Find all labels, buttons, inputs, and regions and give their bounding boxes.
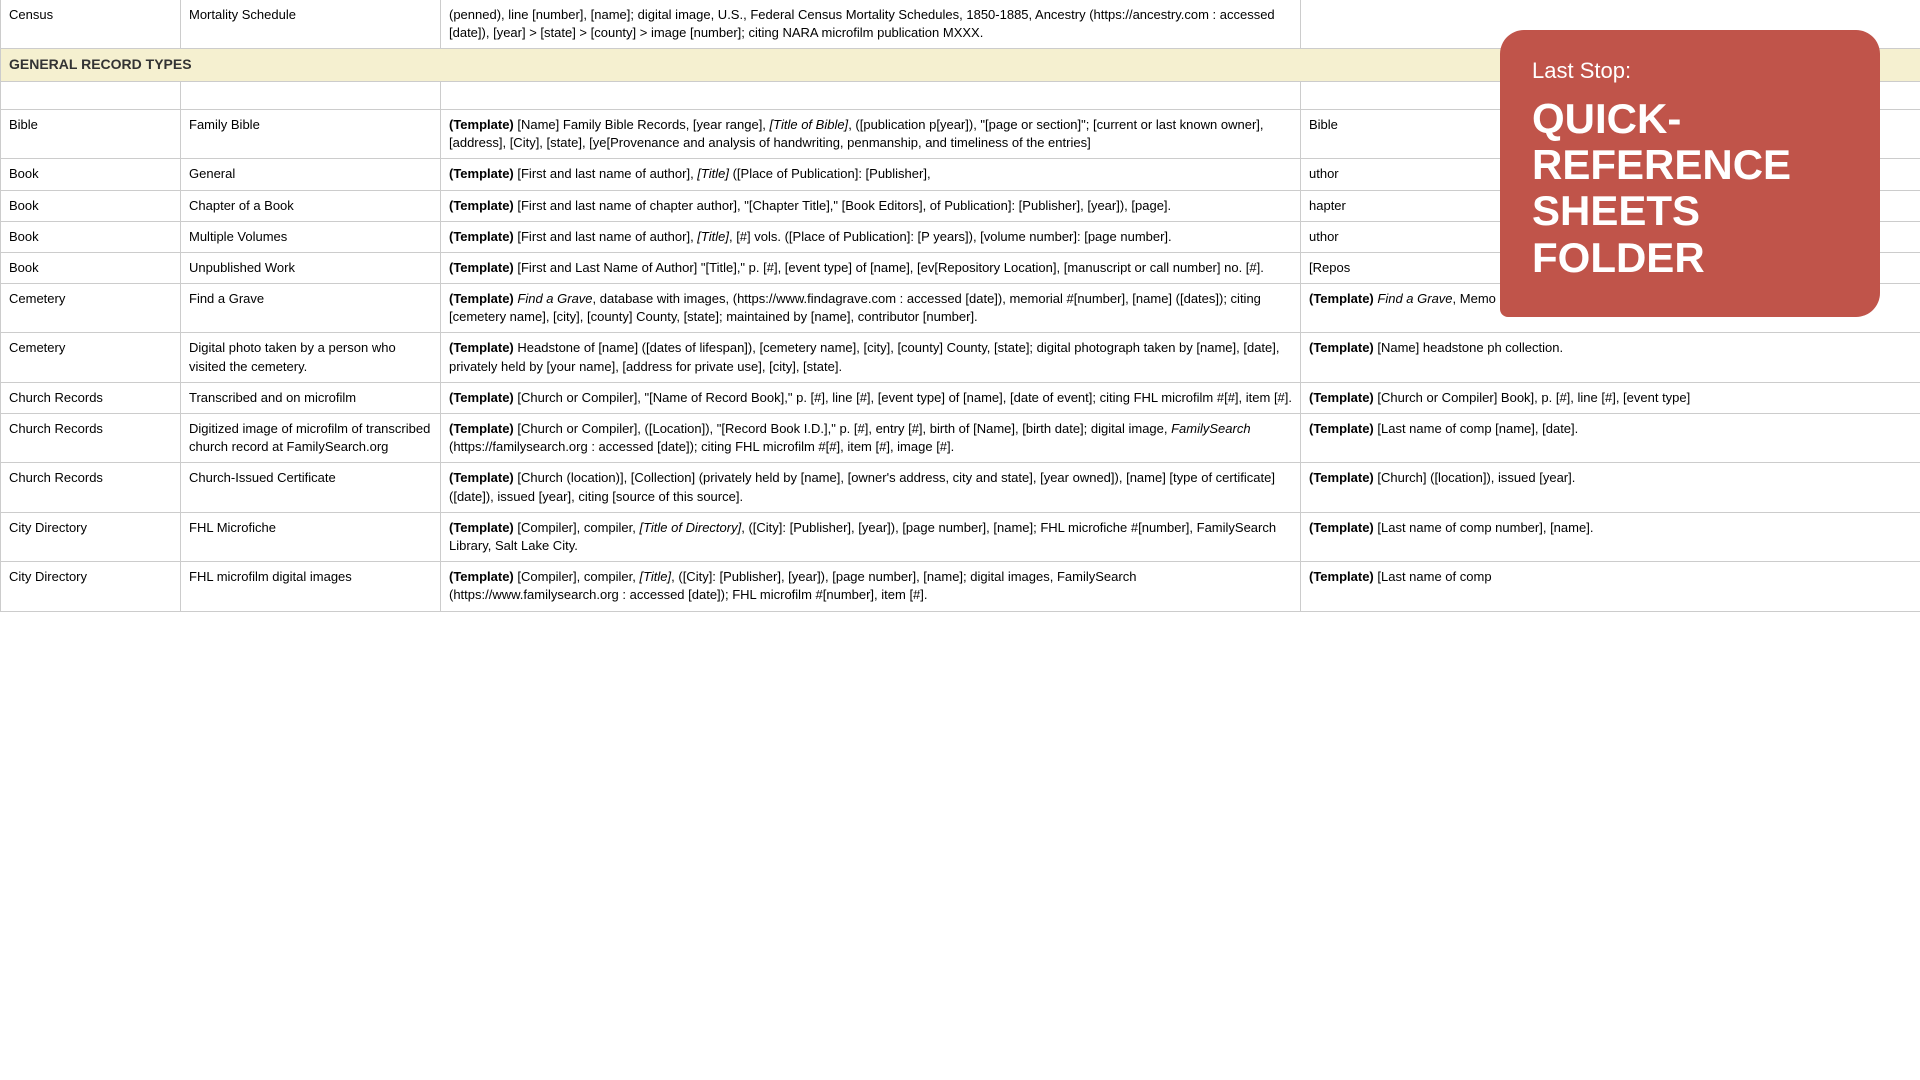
overlay-last-stop: Last Stop: — [1532, 58, 1848, 84]
template-label: (Template) — [449, 166, 514, 181]
template-label: (Template) — [1309, 470, 1374, 485]
cell-subtype: Find a Grave — [181, 284, 441, 333]
cell-short-citation: (Template) [Church or Compiler] Book], p… — [1301, 382, 1920, 413]
cell-full-citation: (penned), line [number], [name]; digital… — [441, 0, 1301, 49]
template-label: (Template) — [449, 520, 514, 535]
cell-full-citation: (Template) [Church (location)], [Collect… — [441, 463, 1301, 512]
cell-record-type: Book — [1, 159, 181, 190]
cell-subtype: Transcribed and on microfilm — [181, 382, 441, 413]
template-label: (Template) — [1309, 340, 1374, 355]
cell-full-citation: (Template) [Compiler], compiler, [Title]… — [441, 562, 1301, 611]
cell-subtype: FHL microfilm digital images — [181, 562, 441, 611]
cell-record-type: Church Records — [1, 382, 181, 413]
template-label: (Template) — [449, 390, 514, 405]
cell-full-citation: (Template) [Church or Compiler], "[Name … — [441, 382, 1301, 413]
cell-full-citation: (Template) Headstone of [name] ([dates o… — [441, 333, 1301, 382]
cell-record-type: Census — [1, 0, 181, 49]
cell-short-citation: (Template) [Name] headstone ph collectio… — [1301, 333, 1920, 382]
cell-subtype: Family Bible — [181, 109, 441, 158]
cell-subtype: Digital photo taken by a person who visi… — [181, 333, 441, 382]
cell-full-citation: (Template) [Church or Compiler], ([Locat… — [441, 414, 1301, 463]
table-row: Church Records Church-Issued Certificate… — [1, 463, 1920, 512]
cell-record-type: City Directory — [1, 512, 181, 561]
cell-full-citation: (Template) [First and last name of chapt… — [441, 190, 1301, 221]
cell-short-citation: (Template) [Last name of comp [name], [d… — [1301, 414, 1920, 463]
template-label: (Template) — [449, 340, 514, 355]
table-row: Church Records Transcribed and on microf… — [1, 382, 1920, 413]
template-label: (Template) — [1309, 569, 1374, 584]
template-label: (Template) — [1309, 421, 1374, 436]
template-label: (Template) — [449, 260, 514, 275]
cell-full-citation: (Template) [First and last name of autho… — [441, 159, 1301, 190]
cell-record-type: Book — [1, 221, 181, 252]
overlay-card: Last Stop: QUICK-REFERENCESHEETS FOLDER — [1500, 30, 1880, 317]
template-label: (Template) — [1309, 291, 1374, 306]
cell-subtype: General — [181, 159, 441, 190]
cell-record-type: Church Records — [1, 463, 181, 512]
cell-record-type: Book — [1, 190, 181, 221]
template-label: (Template) — [449, 470, 514, 485]
cell-full-citation: (Template) [Compiler], compiler, [Title … — [441, 512, 1301, 561]
cell-short-citation: (Template) [Last name of comp number], [… — [1301, 512, 1920, 561]
cell-short-citation: (Template) [Church] ([location]), issued… — [1301, 463, 1920, 512]
template-label: (Template) — [449, 421, 514, 436]
template-label: (Template) — [449, 291, 514, 306]
template-label: (Template) — [449, 117, 514, 132]
cell-record-type: Book — [1, 252, 181, 283]
template-label: (Template) — [1309, 520, 1374, 535]
cell-short-citation: (Template) [Last name of comp — [1301, 562, 1920, 611]
cell-subtype: Church-Issued Certificate — [181, 463, 441, 512]
table-row: Cemetery Digital photo taken by a person… — [1, 333, 1920, 382]
template-label: (Template) — [449, 198, 514, 213]
table-row: City Directory FHL microfilm digital ima… — [1, 562, 1920, 611]
cell-full-citation: (Template) [First and last name of autho… — [441, 221, 1301, 252]
cell-subtype: Unpublished Work — [181, 252, 441, 283]
cell-full-citation: (Template) [First and Last Name of Autho… — [441, 252, 1301, 283]
cell-subtype: Chapter of a Book — [181, 190, 441, 221]
table-row: City Directory FHL Microfiche (Template)… — [1, 512, 1920, 561]
cell-record-type: Cemetery — [1, 284, 181, 333]
cell-full-citation: (Template) Find a Grave, database with i… — [441, 284, 1301, 333]
cell-subtype: Multiple Volumes — [181, 221, 441, 252]
cell-subtype: FHL Microfiche — [181, 512, 441, 561]
cell-subtype: Digitized image of microfilm of transcri… — [181, 414, 441, 463]
cell-record-type: Cemetery — [1, 333, 181, 382]
overlay-main-title: QUICK-REFERENCESHEETS FOLDER — [1532, 96, 1848, 281]
cell-record-type: Church Records — [1, 414, 181, 463]
template-label: (Template) — [449, 569, 514, 584]
template-label: (Template) — [449, 229, 514, 244]
table-row: Church Records Digitized image of microf… — [1, 414, 1920, 463]
cell-record-type: City Directory — [1, 562, 181, 611]
cell-record-type: Bible — [1, 109, 181, 158]
template-label: (Template) — [1309, 390, 1374, 405]
cell-subtype: Mortality Schedule — [181, 0, 441, 49]
cell-full-citation: (Template) [Name] Family Bible Records, … — [441, 109, 1301, 158]
